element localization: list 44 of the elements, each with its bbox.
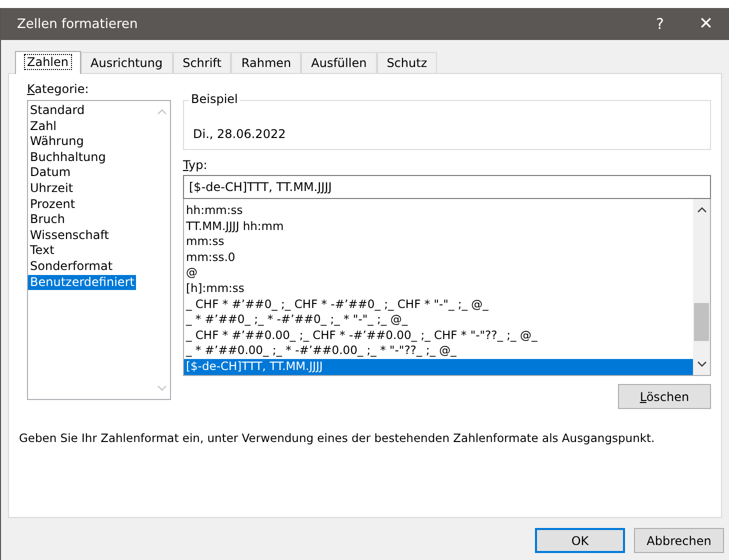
category-item[interactable]: Datum <box>28 165 73 181</box>
window-title: Zellen formatieren <box>16 16 139 32</box>
format-item[interactable]: _ * #’##0.00_ ;_ * -#’##0.00_ ;_ * "-"??_ ;_ @_ <box>184 343 693 359</box>
scroll-down-icon[interactable] <box>696 361 706 367</box>
category-item[interactable]: Bruch <box>28 212 67 228</box>
format-item[interactable]: _ CHF * #’##0.00_ ;_ CHF * -#’##0.00_ ;_ CHF * "-"??_ ;_ @_ <box>184 328 693 344</box>
close-button[interactable]: ✕ <box>683 14 729 34</box>
dialog-button[interactable]: Abbrechen <box>634 528 724 553</box>
category-item[interactable]: Uhrzeit <box>28 180 76 197</box>
category-label: Kategorie: <box>27 82 90 96</box>
type-input-field[interactable]: [$-de-CH]TTT, TT.MM.JJJJ <box>183 175 711 199</box>
category-item[interactable]: Text <box>28 243 56 259</box>
delete-button[interactable]: Löschen <box>618 384 711 409</box>
sample-label: Beispiel <box>189 92 240 106</box>
format-item[interactable]: [$-de-CH]TTT, TT.MM.JJJJ <box>184 358 693 375</box>
tab[interactable]: Schutz <box>376 52 438 73</box>
tab[interactable]: Ausfüllen <box>301 52 377 73</box>
category-item[interactable]: Standard <box>28 103 87 119</box>
format-item[interactable]: TT.MM.JJJJ hh:mm <box>184 218 693 234</box>
category-item[interactable]: Währung <box>28 134 86 150</box>
format-item[interactable]: hh:mm:ss <box>184 203 693 219</box>
category-item[interactable]: Buchhaltung <box>28 150 108 166</box>
format-item[interactable]: mm:ss <box>184 234 693 250</box>
type-label: Typ: <box>183 158 208 172</box>
tab[interactable]: Schrift <box>172 52 232 73</box>
dialog-button[interactable]: OK <box>535 528 625 553</box>
help-button[interactable]: ? <box>637 15 683 33</box>
tab[interactable]: Rahmen <box>231 52 302 73</box>
tab[interactable]: Ausrichtung <box>80 52 173 73</box>
tab[interactable]: Zahlen <box>15 51 81 74</box>
category-item[interactable]: Benutzerdefiniert <box>28 274 136 290</box>
format-item[interactable]: mm:ss.0 <box>184 250 693 266</box>
category-item[interactable]: Sonderformat <box>28 258 115 275</box>
format-item[interactable]: _ CHF * #’##0_ ;_ CHF * -#’##0_ ;_ CHF * "-"_ ;_ @_ <box>184 296 693 312</box>
format-item[interactable]: _ * #’##0_ ;_ * -#’##0_ ;_ * "-"_ ;_ @_ <box>184 312 693 328</box>
category-item[interactable]: Zahl <box>28 118 59 134</box>
description-text: Geben Sie Ihr Zahlenformat ein, unter Verwendung eines der bestehenden Zahlenformate als Ausgangspunkt. <box>19 431 656 445</box>
sample-value: Di., 28.06.2022 <box>193 127 286 141</box>
scrollbar-thumb[interactable] <box>694 303 709 341</box>
format-item[interactable]: [h]:mm:ss <box>184 280 693 297</box>
scroll-up-icon[interactable] <box>696 207 706 213</box>
category-item[interactable]: Prozent <box>28 196 78 212</box>
format-item[interactable]: @ <box>184 265 693 281</box>
category-item[interactable]: Wissenschaft <box>28 228 111 244</box>
